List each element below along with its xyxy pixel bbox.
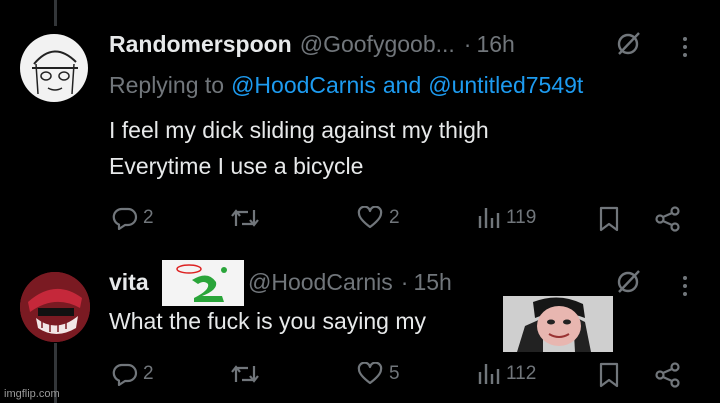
post-header-meta: @HoodCarnis · 15h (248, 269, 452, 296)
bookmark-icon (599, 362, 619, 388)
repost-button[interactable] (230, 362, 260, 386)
views-button[interactable]: 119 (476, 206, 536, 230)
more-icon[interactable] (680, 35, 690, 63)
handle[interactable]: @HoodCarnis (248, 269, 393, 296)
post-header: Randomerspoon @Goofygoob... · 16h (109, 31, 515, 58)
bookmark-button[interactable] (598, 206, 620, 232)
grok-icon[interactable] (614, 268, 642, 301)
post-text-line-2: Everytime I use a bicycle (109, 153, 364, 179)
grok-icon[interactable] (614, 30, 642, 63)
inline-face-image (503, 296, 613, 352)
repost-button[interactable] (230, 206, 260, 230)
view-count: 112 (506, 363, 537, 384)
like-count: 2 (389, 207, 400, 228)
views-button[interactable]: 112 (476, 362, 536, 386)
reply-count: 2 (143, 363, 154, 384)
share-button[interactable] (654, 362, 682, 388)
display-name[interactable]: Randomerspoon (109, 31, 292, 58)
name-sticker-image (162, 260, 244, 306)
reply-button[interactable]: 2 (112, 362, 154, 386)
replying-to: Replying to @HoodCarnis and @untitled754… (109, 72, 583, 99)
like-icon (357, 206, 383, 229)
thread-line-top (54, 0, 57, 26)
repost-icon (231, 365, 259, 383)
view-count: 119 (506, 207, 537, 228)
reply-icon (112, 207, 138, 230)
repost-icon (231, 209, 259, 227)
avatar[interactable] (20, 34, 88, 102)
bookmark-icon (599, 206, 619, 232)
replying-prefix: Replying to (109, 72, 225, 98)
handle[interactable]: @Goofygoob... (300, 31, 455, 58)
display-name[interactable]: vita (109, 269, 149, 296)
share-icon (655, 362, 680, 388)
post-text-line-1: I feel my dick sliding against my thigh (109, 117, 489, 143)
like-count: 5 (389, 363, 400, 384)
share-button[interactable] (654, 206, 682, 232)
time-separator: · (463, 31, 472, 57)
like-button[interactable]: 2 (357, 206, 400, 230)
avatar-sketch-image (32, 50, 78, 95)
timestamp[interactable]: 16h (476, 31, 514, 58)
reply-icon (112, 363, 138, 386)
views-icon (478, 208, 500, 228)
time-separator: · (400, 269, 409, 295)
like-icon (357, 362, 383, 385)
reply-button[interactable]: 2 (112, 206, 154, 230)
avatar-character-image (20, 272, 90, 342)
action-bar: 2 2 119 (0, 198, 720, 238)
like-button[interactable]: 5 (357, 362, 400, 386)
views-icon (478, 364, 500, 384)
post-text: What the fuck is you saying my (109, 308, 427, 334)
watermark: imgflip.com (4, 388, 60, 400)
mention-hoodcarnis[interactable]: @HoodCarnis (231, 72, 376, 99)
bookmark-button[interactable] (598, 362, 620, 388)
replying-and[interactable]: and (383, 72, 421, 99)
action-bar: 2 5 112 (0, 356, 720, 396)
timestamp[interactable]: 15h (413, 269, 451, 296)
post-header: vita (109, 269, 149, 296)
avatar[interactable] (20, 272, 90, 342)
reply-count: 2 (143, 207, 154, 228)
more-icon[interactable] (680, 274, 690, 302)
mention-untitled7549t[interactable]: @untitled7549t (428, 72, 583, 99)
share-icon (655, 206, 680, 232)
